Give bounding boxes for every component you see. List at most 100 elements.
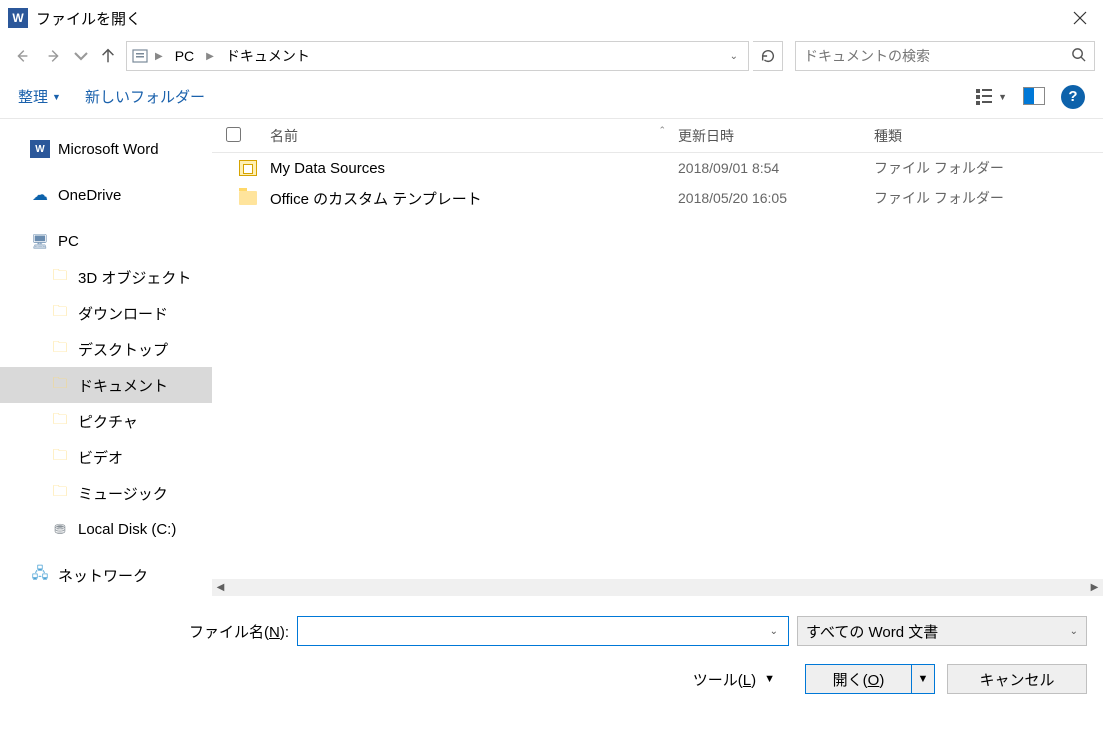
window-title: ファイルを開く: [36, 8, 141, 29]
sort-indicator-icon: ⌃: [658, 125, 666, 136]
select-all-checkbox[interactable]: [226, 127, 241, 142]
address-dropdown[interactable]: ⌄: [724, 51, 744, 62]
file-type-filter[interactable]: すべての Word 文書 ⌄: [797, 616, 1087, 646]
folder-icon: 🗀: [50, 376, 70, 394]
tree-label: ネットワーク: [58, 565, 148, 586]
tree-item-onedrive[interactable]: ☁ OneDrive: [0, 177, 212, 213]
file-name: My Data Sources: [270, 160, 678, 177]
view-mode-button[interactable]: ▼: [976, 89, 1007, 105]
cloud-icon: ☁: [30, 186, 50, 204]
nav-forward-button[interactable]: [40, 42, 68, 70]
chevron-down-icon: [72, 47, 90, 65]
tree-item-videos[interactable]: 🗀 ビデオ: [0, 439, 212, 475]
file-row[interactable]: Office のカスタム テンプレート 2018/05/20 16:05 ファイ…: [212, 183, 1103, 213]
refresh-button[interactable]: [753, 41, 783, 71]
breadcrumb-pc[interactable]: PC: [169, 46, 200, 66]
nav-back-button[interactable]: [8, 42, 36, 70]
column-name[interactable]: 名前⌃: [270, 126, 678, 146]
nav-recent-button[interactable]: [72, 42, 90, 70]
tree-item-localdisk[interactable]: ⛃ Local Disk (C:): [0, 511, 212, 547]
title-bar: W ファイルを開く: [0, 0, 1103, 36]
tree-item-music[interactable]: 🗀 ミュージック: [0, 475, 212, 511]
arrow-right-icon: [45, 47, 63, 65]
arrow-left-icon: [13, 47, 31, 65]
address-box[interactable]: ▶ PC ▶ ドキュメント ⌄: [126, 41, 749, 71]
tree-item-documents[interactable]: 🗀 ドキュメント: [0, 367, 212, 403]
tree-label: ミュージック: [78, 483, 168, 504]
column-date[interactable]: 更新日時: [678, 126, 874, 146]
search-icon[interactable]: [1071, 47, 1086, 65]
filter-label: すべての Word 文書: [806, 621, 938, 642]
filename-combobox[interactable]: ⌄: [297, 616, 789, 646]
tree-item-word[interactable]: W Microsoft Word: [0, 131, 212, 167]
tree-label: ドキュメント: [78, 375, 168, 396]
folder-icon: 🗀: [50, 268, 70, 286]
close-button[interactable]: [1057, 0, 1103, 36]
organize-menu[interactable]: 整理▼: [18, 86, 61, 107]
nav-tree[interactable]: W Microsoft Word ☁ OneDrive 🖥 PC 🗀 3D オブジ…: [0, 119, 212, 596]
tree-label: ビデオ: [78, 447, 123, 468]
file-type: ファイル フォルダー: [874, 158, 1004, 178]
folder-icon: 🗀: [50, 484, 70, 502]
horizontal-scrollbar[interactable]: ◀ ▶: [212, 579, 1103, 596]
search-input[interactable]: [804, 48, 1071, 64]
tree-item-pc[interactable]: 🖥 PC: [0, 223, 212, 259]
folder-icon: 🗀: [50, 304, 70, 322]
word-icon: W: [30, 140, 50, 158]
scroll-right-icon[interactable]: ▶: [1086, 579, 1103, 596]
close-icon: [1073, 11, 1087, 25]
cancel-button[interactable]: キャンセル: [947, 664, 1087, 694]
tree-label: Microsoft Word: [58, 141, 159, 158]
network-icon: 🖧: [30, 566, 50, 584]
file-name: Office のカスタム テンプレート: [270, 188, 678, 209]
breadcrumb-documents[interactable]: ドキュメント: [220, 44, 316, 68]
main-split: W Microsoft Word ☁ OneDrive 🖥 PC 🗀 3D オブジ…: [0, 118, 1103, 596]
file-row[interactable]: My Data Sources 2018/09/01 8:54 ファイル フォル…: [212, 153, 1103, 183]
breadcrumb-separator: ▶: [155, 51, 163, 62]
open-split-dropdown[interactable]: ▼: [912, 673, 934, 685]
tree-item-downloads[interactable]: 🗀 ダウンロード: [0, 295, 212, 331]
chevron-down-icon: ⌄: [1070, 626, 1078, 637]
disk-icon: ⛃: [50, 520, 70, 538]
scroll-left-icon[interactable]: ◀: [212, 579, 229, 596]
document-folder-icon: [131, 47, 149, 65]
folder-icon: 🗀: [50, 340, 70, 358]
toolbar: 整理▼ 新しいフォルダー ▼ ?: [0, 76, 1103, 118]
tree-item-pictures[interactable]: 🗀 ピクチャ: [0, 403, 212, 439]
data-source-folder-icon: [239, 160, 257, 176]
word-app-icon: W: [8, 8, 28, 28]
nav-up-button[interactable]: [94, 42, 122, 70]
preview-pane-icon: [1023, 87, 1045, 105]
file-date: 2018/05/20 16:05: [678, 190, 874, 206]
tree-item-network[interactable]: 🖧 ネットワーク: [0, 557, 212, 593]
filename-input[interactable]: [304, 624, 766, 639]
tree-label: PC: [58, 233, 79, 250]
chevron-down-icon[interactable]: ⌄: [766, 626, 782, 637]
folder-icon: 🗀: [50, 412, 70, 430]
tree-label: ピクチャ: [78, 411, 138, 432]
folder-icon: [239, 191, 257, 205]
tools-menu[interactable]: ツール(L)▼: [693, 669, 775, 690]
tree-label: OneDrive: [58, 187, 121, 204]
preview-pane-button[interactable]: [1023, 87, 1045, 107]
list-view-icon: [976, 89, 992, 105]
tree-label: 3D オブジェクト: [78, 267, 191, 288]
tree-label: ダウンロード: [78, 303, 168, 324]
column-type[interactable]: 種類: [874, 126, 902, 146]
file-date: 2018/09/01 8:54: [678, 160, 874, 176]
open-button[interactable]: 開く(O) ▼: [805, 664, 935, 694]
filename-label: ファイル名(N):: [189, 621, 289, 642]
new-folder-button[interactable]: 新しいフォルダー: [85, 86, 205, 107]
search-box[interactable]: [795, 41, 1095, 71]
tree-item-3d[interactable]: 🗀 3D オブジェクト: [0, 259, 212, 295]
file-list-body[interactable]: My Data Sources 2018/09/01 8:54 ファイル フォル…: [212, 153, 1103, 579]
file-list-header: 名前⌃ 更新日時 種類: [212, 119, 1103, 153]
pc-icon: 🖥: [30, 232, 50, 250]
tree-label: Local Disk (C:): [78, 521, 176, 538]
help-button[interactable]: ?: [1061, 85, 1085, 109]
refresh-icon: [760, 48, 776, 64]
folder-icon: 🗀: [50, 448, 70, 466]
file-type: ファイル フォルダー: [874, 188, 1004, 208]
tree-item-desktop[interactable]: 🗀デスクトップ: [0, 331, 212, 367]
file-list: 名前⌃ 更新日時 種類 My Data Sources 2018/09/01 8…: [212, 119, 1103, 596]
